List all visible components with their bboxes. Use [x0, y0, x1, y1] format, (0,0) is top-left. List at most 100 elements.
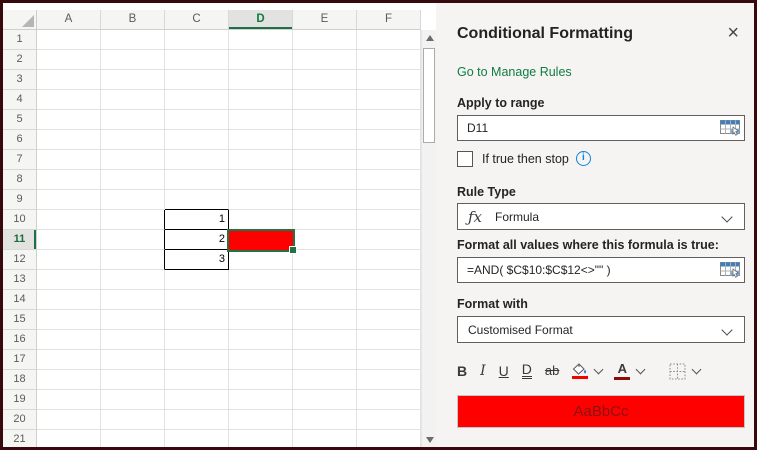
cell-D8[interactable] [229, 170, 293, 190]
column-header-D[interactable]: D [229, 10, 293, 30]
cell-A9[interactable] [37, 190, 101, 210]
cell-A1[interactable] [37, 30, 101, 50]
cell-A20[interactable] [37, 410, 101, 430]
cell-E2[interactable] [293, 50, 357, 70]
cell-A18[interactable] [37, 370, 101, 390]
cell-C16[interactable] [165, 330, 229, 350]
rule-type-dropdown[interactable]: ƒx Formula [457, 203, 745, 230]
column-header-B[interactable]: B [101, 10, 165, 30]
cell-B15[interactable] [101, 310, 165, 330]
cell-E13[interactable] [293, 270, 357, 290]
cell-C14[interactable] [165, 290, 229, 310]
cell-B20[interactable] [101, 410, 165, 430]
row-header-8[interactable]: 8 [3, 170, 37, 190]
cell-C10[interactable]: 1 [165, 210, 229, 230]
cell-E11[interactable] [293, 230, 357, 250]
cell-A13[interactable] [37, 270, 101, 290]
cell-B2[interactable] [101, 50, 165, 70]
cell-E3[interactable] [293, 70, 357, 90]
range-selector-icon[interactable] [720, 120, 740, 136]
range-selector-icon[interactable] [720, 262, 740, 278]
cell-D5[interactable] [229, 110, 293, 130]
row-header-4[interactable]: 4 [3, 90, 37, 110]
cell-F15[interactable] [357, 310, 421, 330]
cell-B5[interactable] [101, 110, 165, 130]
cell-F21[interactable] [357, 430, 421, 447]
format-with-dropdown[interactable]: Customised Format [457, 316, 745, 343]
cell-F17[interactable] [357, 350, 421, 370]
cell-D2[interactable] [229, 50, 293, 70]
cell-B8[interactable] [101, 170, 165, 190]
cell-B12[interactable] [101, 250, 165, 270]
cell-D16[interactable] [229, 330, 293, 350]
select-all-corner[interactable] [3, 10, 37, 30]
cell-A19[interactable] [37, 390, 101, 410]
cell-F14[interactable] [357, 290, 421, 310]
row-header-5[interactable]: 5 [3, 110, 37, 130]
cell-F1[interactable] [357, 30, 421, 50]
row-header-2[interactable]: 2 [3, 50, 37, 70]
column-header-E[interactable]: E [293, 10, 357, 30]
cell-E5[interactable] [293, 110, 357, 130]
cell-C1[interactable] [165, 30, 229, 50]
row-header-10[interactable]: 10 [3, 210, 37, 230]
cell-A16[interactable] [37, 330, 101, 350]
row-header-6[interactable]: 6 [3, 130, 37, 150]
cell-B13[interactable] [101, 270, 165, 290]
cell-F11[interactable] [357, 230, 421, 250]
cell-F8[interactable] [357, 170, 421, 190]
row-header-1[interactable]: 1 [3, 30, 37, 50]
cell-C11[interactable]: 2 [165, 230, 229, 250]
cell-D20[interactable] [229, 410, 293, 430]
underline-button[interactable]: U [499, 363, 509, 379]
cell-E21[interactable] [293, 430, 357, 447]
active-cell-selection[interactable] [227, 229, 297, 254]
cell-E1[interactable] [293, 30, 357, 50]
fill-handle[interactable] [289, 246, 297, 254]
cell-A14[interactable] [37, 290, 101, 310]
cell-E4[interactable] [293, 90, 357, 110]
cell-B14[interactable] [101, 290, 165, 310]
cell-B10[interactable] [101, 210, 165, 230]
row-header-18[interactable]: 18 [3, 370, 37, 390]
cell-A11[interactable] [37, 230, 101, 250]
cell-D17[interactable] [229, 350, 293, 370]
cell-F4[interactable] [357, 90, 421, 110]
cell-A15[interactable] [37, 310, 101, 330]
cell-A7[interactable] [37, 150, 101, 170]
cell-B21[interactable] [101, 430, 165, 447]
bold-button[interactable]: B [457, 363, 467, 379]
cell-C12[interactable]: 3 [165, 250, 229, 270]
row-header-13[interactable]: 13 [3, 270, 37, 290]
apply-to-range-input[interactable]: D11 [457, 115, 745, 141]
column-header-C[interactable]: C [165, 10, 229, 30]
scroll-up-button[interactable] [422, 30, 436, 45]
cell-A12[interactable] [37, 250, 101, 270]
borders-button[interactable] [669, 363, 686, 380]
row-header-14[interactable]: 14 [3, 290, 37, 310]
cell-B11[interactable] [101, 230, 165, 250]
if-true-then-stop-checkbox[interactable] [457, 150, 473, 167]
info-icon[interactable]: i [575, 151, 591, 166]
cell-C20[interactable] [165, 410, 229, 430]
cell-F5[interactable] [357, 110, 421, 130]
double-underline-button[interactable]: D [521, 362, 532, 379]
manage-rules-link[interactable]: Go to Manage Rules [457, 65, 745, 80]
row-header-17[interactable]: 17 [3, 350, 37, 370]
cell-F16[interactable] [357, 330, 421, 350]
cell-C9[interactable] [165, 190, 229, 210]
cell-B1[interactable] [101, 30, 165, 50]
cell-C6[interactable] [165, 130, 229, 150]
cell-A4[interactable] [37, 90, 101, 110]
cell-E7[interactable] [293, 150, 357, 170]
cell-B6[interactable] [101, 130, 165, 150]
cell-C18[interactable] [165, 370, 229, 390]
cell-F13[interactable] [357, 270, 421, 290]
cell-E12[interactable] [293, 250, 357, 270]
cell-E16[interactable] [293, 330, 357, 350]
cell-E10[interactable] [293, 210, 357, 230]
cell-B4[interactable] [101, 90, 165, 110]
close-icon[interactable]: × [727, 23, 739, 43]
cell-E9[interactable] [293, 190, 357, 210]
cell-C8[interactable] [165, 170, 229, 190]
